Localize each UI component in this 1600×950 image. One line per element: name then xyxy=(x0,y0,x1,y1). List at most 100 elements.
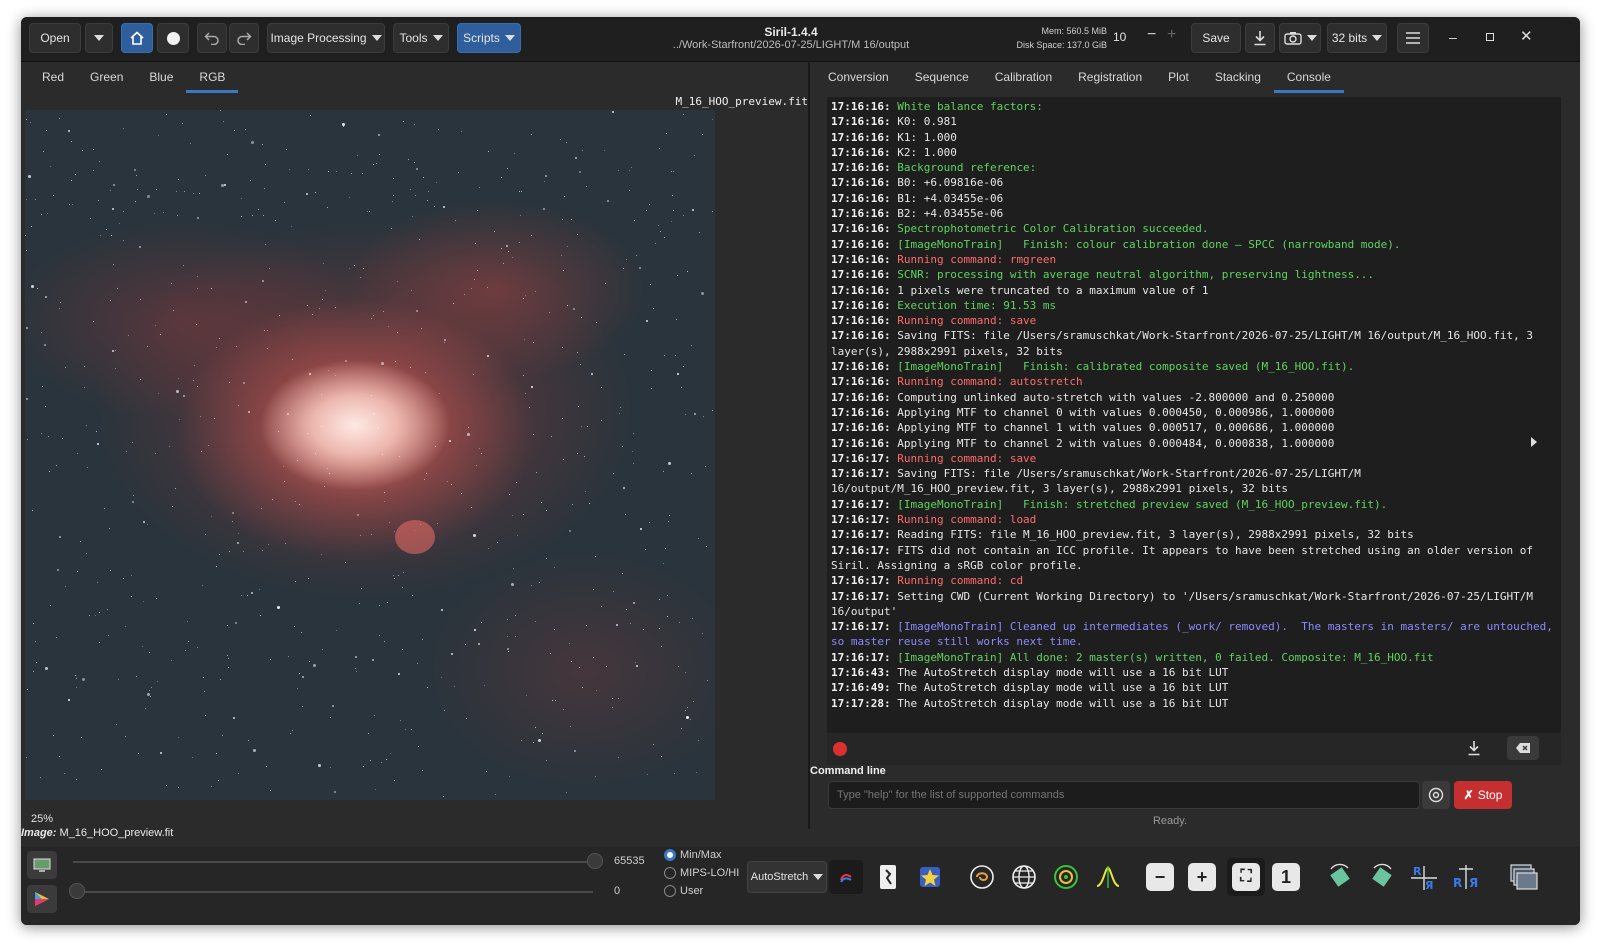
lo-value[interactable]: 0 xyxy=(614,885,620,897)
mirror-y-button[interactable]: RЯ xyxy=(1449,860,1483,894)
save-button[interactable]: Save xyxy=(1191,23,1241,53)
star-profile-button[interactable] xyxy=(1091,860,1125,894)
star-dot xyxy=(371,534,372,535)
image-processing-menu[interactable]: Image Processing xyxy=(267,23,385,53)
console-line: 17:16:16: Running command: rmgreen xyxy=(831,252,1557,267)
zoom-fit-button[interactable]: ⛶ xyxy=(1227,858,1265,896)
tab-calibration[interactable]: Calibration xyxy=(982,61,1065,93)
star-dot xyxy=(292,359,293,360)
hi-slider-track[interactable] xyxy=(73,861,593,863)
star-dot xyxy=(53,195,54,196)
save-log-icon[interactable] xyxy=(1467,740,1481,756)
redo-button[interactable] xyxy=(229,23,259,53)
command-input[interactable] xyxy=(829,782,1419,808)
rotate-right-button[interactable] xyxy=(1365,860,1399,894)
star-dot xyxy=(97,443,99,445)
mode-user[interactable]: User xyxy=(664,885,703,898)
console-timestamp: 17:16:16: xyxy=(831,360,891,374)
home-button[interactable] xyxy=(121,23,153,53)
snapshot-button[interactable] xyxy=(1279,23,1321,53)
console-message: Applying MTF to channel 2 with values 0.… xyxy=(890,436,1335,450)
hi-value[interactable]: 65535 xyxy=(614,855,645,867)
open-recent-dropdown[interactable] xyxy=(85,23,113,53)
star-dot xyxy=(222,735,223,736)
threads-decrement[interactable]: − xyxy=(1147,26,1156,44)
tab-console[interactable]: Console xyxy=(1273,61,1344,93)
image-stack-button[interactable] xyxy=(1507,860,1541,894)
mirror-x-button[interactable]: RЯ xyxy=(1407,860,1441,894)
lo-slider-track[interactable] xyxy=(73,891,593,893)
minimize-button[interactable]: – xyxy=(1449,29,1457,45)
status-text: Ready. xyxy=(1152,815,1188,827)
tab-plot[interactable]: Plot xyxy=(1155,61,1202,93)
collapse-panel-arrow-icon[interactable] xyxy=(1531,437,1537,447)
star-dot xyxy=(570,726,571,727)
tab-sequence[interactable]: Sequence xyxy=(902,61,982,93)
star-dot xyxy=(596,690,597,691)
tools-menu[interactable]: Tools xyxy=(393,23,449,53)
negative-view-button[interactable] xyxy=(871,860,905,894)
save-as-button[interactable] xyxy=(1245,23,1275,53)
maximize-button[interactable] xyxy=(1486,33,1494,41)
photometry-button[interactable] xyxy=(965,860,999,894)
star-dot xyxy=(690,719,691,720)
tab-conversion[interactable]: Conversion xyxy=(815,61,902,93)
close-button[interactable]: ✕ xyxy=(1520,27,1533,45)
star-dot xyxy=(238,773,239,774)
star-dot xyxy=(223,121,224,122)
x-icon: ✗ xyxy=(1463,788,1474,802)
pane-divider[interactable] xyxy=(808,61,810,829)
tab-stacking[interactable]: Stacking xyxy=(1202,61,1274,93)
radio-user[interactable] xyxy=(664,885,676,898)
image-viewport[interactable]: M_16_HOO_preview.fit 25% xyxy=(21,95,808,829)
zoom-in-button[interactable]: + xyxy=(1185,860,1219,894)
star-dot xyxy=(379,635,380,636)
scripts-menu[interactable]: Scripts xyxy=(457,23,521,53)
tab-registration[interactable]: Registration xyxy=(1065,61,1155,93)
threads-value[interactable]: 10 xyxy=(1113,30,1126,44)
hi-slider-knob[interactable] xyxy=(587,853,603,869)
tab-rgb[interactable]: RGB xyxy=(186,61,239,93)
annotate-button[interactable] xyxy=(913,860,947,894)
tab-red[interactable]: Red xyxy=(29,61,77,93)
psf-button[interactable] xyxy=(1049,860,1083,894)
console-log[interactable]: 17:16:16: White balance factors: 17:16:16… xyxy=(827,97,1561,733)
star-dot xyxy=(214,418,215,419)
star-dot xyxy=(468,427,469,428)
radio-mips[interactable] xyxy=(664,867,676,880)
undo-button[interactable] xyxy=(197,23,227,53)
histogram-button[interactable] xyxy=(27,851,57,879)
open-button[interactable]: Open xyxy=(29,23,81,53)
star-dot xyxy=(444,710,445,711)
threads-increment[interactable]: + xyxy=(1167,26,1176,44)
plate-solve-button[interactable] xyxy=(1007,860,1041,894)
zoom-out-button[interactable]: − xyxy=(1143,860,1177,894)
live-stack-button[interactable] xyxy=(157,23,189,53)
star-dot xyxy=(224,184,226,186)
mode-minmax[interactable]: Min/Max xyxy=(664,849,722,862)
star-dot xyxy=(218,780,219,781)
help-button[interactable] xyxy=(1422,781,1450,809)
rotate-left-button[interactable] xyxy=(1323,860,1357,894)
star-dot xyxy=(596,322,597,323)
stop-button[interactable]: ✗ Stop xyxy=(1454,781,1512,809)
star-dot xyxy=(96,431,97,432)
radio-minmax[interactable] xyxy=(664,849,676,862)
bit-depth-menu[interactable]: 32 bits xyxy=(1327,23,1387,53)
main-menu-button[interactable] xyxy=(1397,23,1429,53)
zoom-one-button[interactable]: 1 xyxy=(1269,860,1303,894)
tab-blue[interactable]: Blue xyxy=(136,61,186,93)
star-dot xyxy=(65,586,66,587)
color-saturation-button[interactable] xyxy=(27,885,57,913)
star-dot xyxy=(571,661,572,662)
stretch-select[interactable]: AutoStretch xyxy=(747,861,827,893)
mode-mips[interactable]: MIPS-LO/HI xyxy=(664,867,739,880)
console-timestamp: 17:16:16: xyxy=(831,100,891,113)
clear-log-button[interactable] xyxy=(1507,736,1539,760)
star-dot xyxy=(509,494,510,495)
false-color-button[interactable] xyxy=(829,860,863,894)
star-dot xyxy=(145,708,146,709)
tab-green[interactable]: Green xyxy=(77,61,136,93)
star-dot xyxy=(523,375,524,376)
lo-slider-knob[interactable] xyxy=(69,883,85,899)
